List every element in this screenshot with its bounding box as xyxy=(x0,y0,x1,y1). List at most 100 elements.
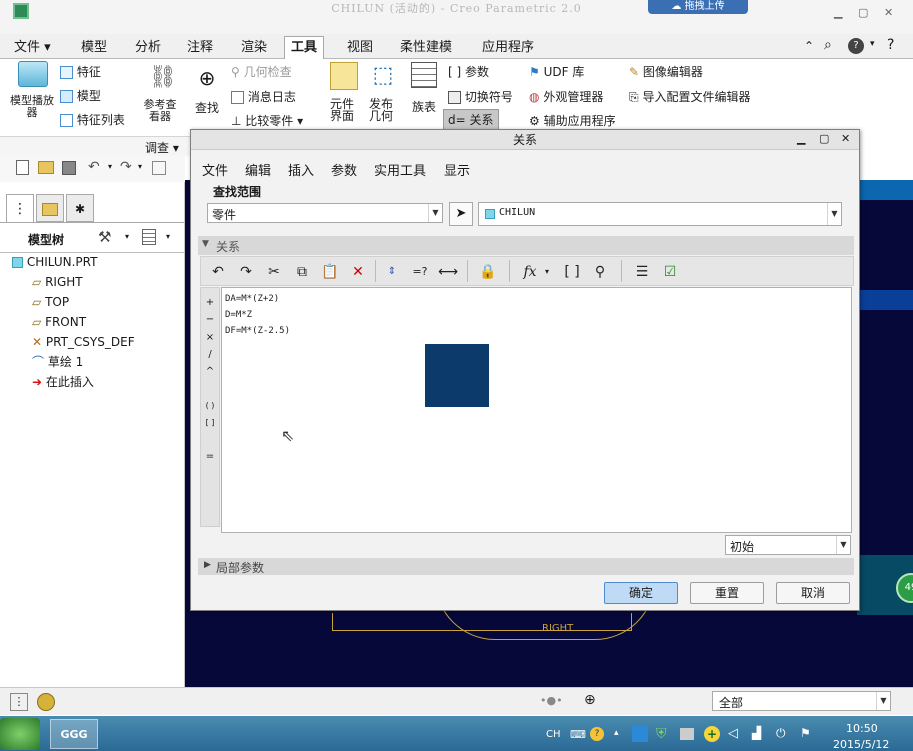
tree-filter-icon[interactable] xyxy=(142,229,156,245)
tab-annotate[interactable]: 注释 xyxy=(181,38,219,59)
help-tray-icon[interactable]: ? xyxy=(590,727,604,741)
help-dropdown-icon[interactable]: ▾ xyxy=(870,39,875,49)
sort-relations-icon[interactable]: ☰ xyxy=(631,261,653,283)
undo-icon[interactable]: ↶ xyxy=(88,159,100,175)
close-button[interactable]: ✕ xyxy=(884,6,893,19)
menu-file[interactable]: 文件 xyxy=(202,160,228,179)
selection-dots-icon[interactable]: •●• xyxy=(540,694,563,707)
storage-icon[interactable] xyxy=(680,728,694,740)
parameters-bracket-icon[interactable]: [ ] xyxy=(561,261,583,283)
find-binoculars-icon[interactable]: ⊕ xyxy=(584,692,596,708)
dialog-close-button[interactable]: ✕ xyxy=(841,132,850,145)
show-tree-icon[interactable]: ⋮ xyxy=(10,693,28,711)
operator-plus[interactable]: + xyxy=(201,294,219,311)
publish-geometry-button[interactable]: ⬚ 发布几何 xyxy=(366,62,400,122)
tab-analysis[interactable]: 分析 xyxy=(129,38,167,59)
tree-item-datum-front[interactable]: ▱ FRONT xyxy=(32,312,86,332)
tab-tools[interactable]: 工具 xyxy=(284,36,325,60)
local-parameters-section-header[interactable]: ▶ 局部参数 xyxy=(198,558,854,575)
dialog-minimize-button[interactable]: ▁ xyxy=(797,132,805,145)
component-interface-button[interactable]: 元件界面 xyxy=(327,62,361,122)
tab-model[interactable]: 模型 xyxy=(75,38,113,59)
message-log-button[interactable]: 消息日志 xyxy=(231,88,296,105)
clock-time[interactable]: 10:50 xyxy=(846,722,878,735)
redo-icon[interactable]: ↷ xyxy=(120,159,132,175)
select-pointer-button[interactable]: ➤ xyxy=(449,202,473,226)
auxiliary-applications-button[interactable]: ⚙ 辅助应用程序 xyxy=(529,112,616,129)
investigate-group-label[interactable]: 调查 ▾ xyxy=(145,139,179,156)
help-icon[interactable]: ? xyxy=(848,38,864,54)
keyboard-icon[interactable]: ⌨ xyxy=(570,728,586,741)
switch-symbols-button[interactable]: 切换符号 xyxy=(448,88,513,105)
appearance-manager-button[interactable]: ◍ 外观管理器 xyxy=(529,88,603,105)
network-signal-icon[interactable]: ▟ xyxy=(752,726,761,740)
redo-dropdown-icon[interactable]: ▾ xyxy=(138,162,142,171)
menu-display[interactable]: 显示 xyxy=(444,160,470,179)
start-button[interactable] xyxy=(0,718,40,750)
tab-file[interactable]: 文件 ▾ xyxy=(8,38,57,59)
dialog-maximize-button[interactable]: ▢ xyxy=(819,132,829,145)
operator-divide[interactable]: / xyxy=(201,346,219,363)
relation-line[interactable]: D=M*Z xyxy=(225,307,252,323)
favorites-tab[interactable]: ✱ xyxy=(66,194,94,222)
feature-button[interactable]: 特征 xyxy=(60,63,101,80)
menu-parameters[interactable]: 参数 xyxy=(331,160,357,179)
relations-section-header[interactable]: ▼ 关系 xyxy=(198,236,854,255)
power-icon[interactable]: ⏻ xyxy=(776,726,786,741)
search-icon[interactable]: ⌕ xyxy=(824,37,832,53)
relation-line[interactable]: DA=M*(Z+2) xyxy=(225,291,279,307)
tab-render[interactable]: 渲染 xyxy=(235,38,273,59)
function-dropdown-icon[interactable]: ▾ xyxy=(541,261,553,283)
model-player-button[interactable]: 模型播放器 xyxy=(10,61,56,119)
menu-utilities[interactable]: 实用工具 xyxy=(374,160,426,179)
relations-button[interactable]: d= 关系 xyxy=(443,109,499,130)
tab-applications[interactable]: 应用程序 xyxy=(476,38,540,59)
tray-plus-icon[interactable]: + xyxy=(704,726,720,742)
tree-filter-dropdown-icon[interactable]: ▾ xyxy=(166,232,170,241)
security-shield-icon[interactable]: ⛨ xyxy=(656,726,667,742)
compare-parts-button[interactable]: ⊥ 比较零件 ▾ xyxy=(231,112,303,129)
relation-line[interactable]: DF=M*(Z-2.5) xyxy=(225,323,290,339)
tree-item-insert-here[interactable]: ➜ 在此插入 xyxy=(32,372,94,392)
notification-icon[interactable]: ⚑ xyxy=(800,726,811,740)
tray-app-icon[interactable] xyxy=(632,726,648,742)
tree-item-csys[interactable]: ✕ PRT_CSYS_DEF xyxy=(32,332,135,352)
operator-power[interactable]: ^ xyxy=(201,363,219,380)
model-tree-tab[interactable]: ⋮ xyxy=(6,194,34,222)
paste-icon[interactable]: 📋 xyxy=(319,261,341,283)
folder-browser-tab[interactable] xyxy=(36,194,64,222)
evaluate-icon[interactable]: =? xyxy=(409,261,431,283)
language-indicator[interactable]: CH xyxy=(546,729,561,740)
lookup-type-select[interactable]: 零件 ▼ xyxy=(207,203,443,223)
tree-settings-icon[interactable]: ⚒ xyxy=(98,228,111,246)
tab-flexible-modeling[interactable]: 柔性建模 xyxy=(394,38,458,59)
speaker-icon[interactable]: ◁ xyxy=(728,726,738,741)
tree-item-datum-right[interactable]: ▱ RIGHT xyxy=(32,272,83,292)
help-question-icon[interactable]: ? xyxy=(887,37,894,53)
upload-button[interactable]: ☁ 拖拽上传 xyxy=(648,0,748,14)
geometry-check-button[interactable]: ⚲ 几何检查 xyxy=(231,63,292,80)
image-editor-button[interactable]: ✎ 图像编辑器 xyxy=(629,63,703,80)
tree-item-sketch[interactable]: ⌒ 草绘 1 xyxy=(32,352,83,372)
ok-button[interactable]: 确定 xyxy=(604,582,678,604)
reference-viewer-button[interactable]: ⛓ 参考查看器 xyxy=(140,63,186,123)
taskbar-app-creo[interactable]: GGG xyxy=(50,719,98,749)
dimension-toggle-icon[interactable]: ⇕ xyxy=(381,261,403,283)
minimize-button[interactable]: ▁ xyxy=(834,6,842,19)
cut-icon[interactable]: ✂ xyxy=(263,261,285,283)
operator-brackets[interactable]: [ ] xyxy=(201,414,219,431)
verify-icon[interactable]: ⚲ xyxy=(589,261,611,283)
measure-icon[interactable]: ⟷ xyxy=(437,261,459,283)
lock-icon[interactable]: 🔒 xyxy=(477,261,499,283)
menu-insert[interactable]: 插入 xyxy=(288,160,314,179)
udf-library-button[interactable]: ⚑ UDF 库 xyxy=(529,63,584,80)
import-config-editor-button[interactable]: ⎘ 导入配置文件编辑器 xyxy=(629,88,750,105)
save-icon[interactable] xyxy=(62,161,76,175)
operator-equals[interactable]: = xyxy=(201,448,219,465)
parameters-button[interactable]: [ ] 参数 xyxy=(448,63,489,80)
undo-dropdown-icon[interactable]: ▾ xyxy=(108,162,112,171)
reset-button[interactable]: 重置 xyxy=(690,582,764,604)
copy-icon[interactable]: ⧉ xyxy=(291,261,313,283)
model-button[interactable]: 模型 xyxy=(60,87,101,104)
open-folder-icon[interactable] xyxy=(38,161,54,174)
